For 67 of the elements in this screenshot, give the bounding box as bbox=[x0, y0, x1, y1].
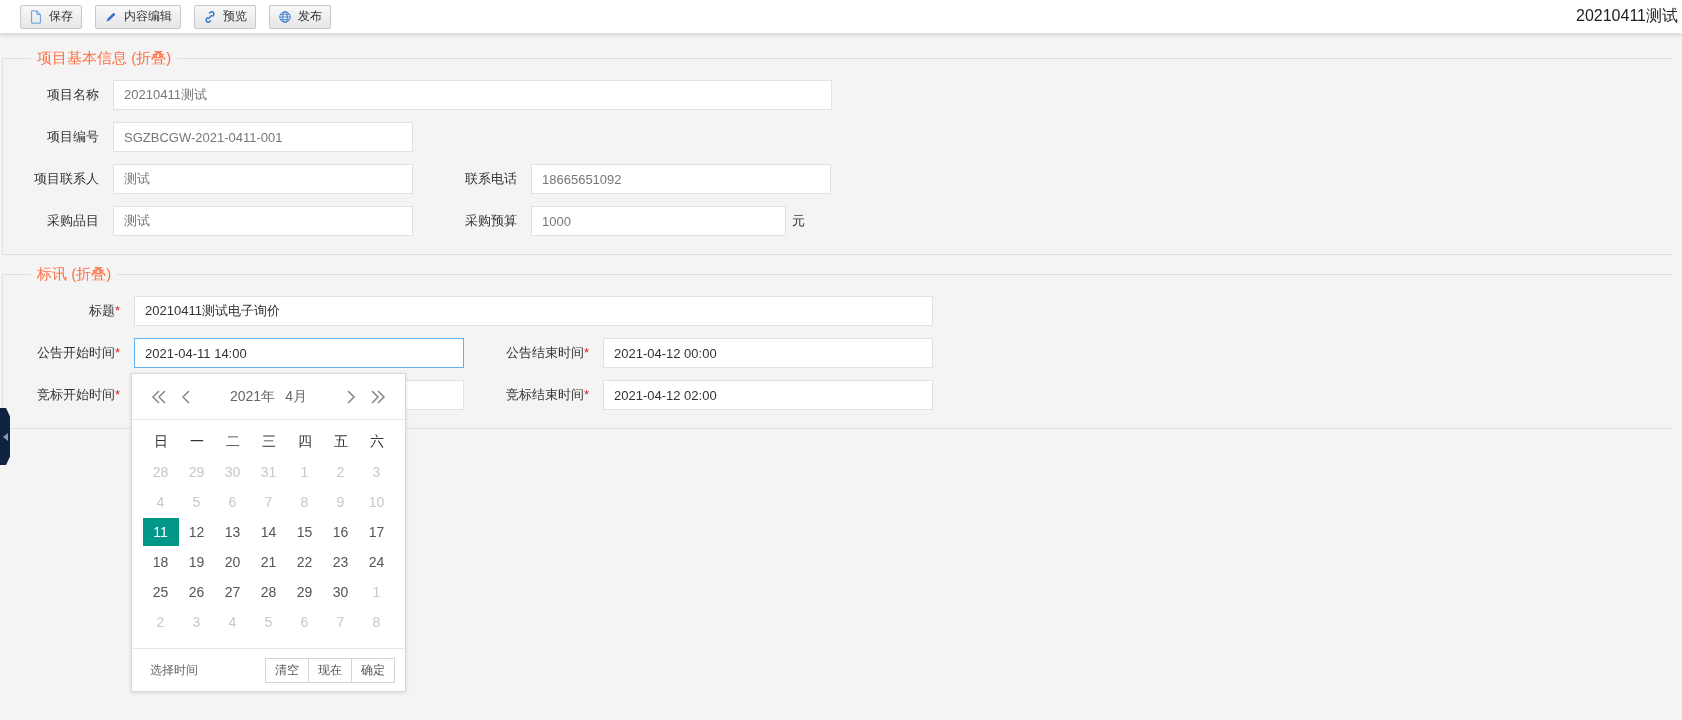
text-field[interactable]: 20210411测试电子询价 bbox=[134, 296, 933, 326]
toolbar-button[interactable]: 预览 bbox=[194, 4, 256, 29]
text-field[interactable]: 20210411测试 bbox=[113, 80, 832, 110]
calendar-day[interactable]: 24 bbox=[358, 548, 395, 576]
text-field[interactable]: 18665651092 bbox=[531, 164, 831, 194]
field-label: 公告开始时间* bbox=[35, 344, 121, 362]
text-field[interactable]: 测试 bbox=[113, 164, 413, 194]
weekday-label: 日 bbox=[152, 432, 169, 451]
field-label: 标题* bbox=[87, 302, 121, 320]
double-chevron-left-icon[interactable] bbox=[150, 387, 168, 406]
weekday-label: 一 bbox=[188, 432, 205, 451]
field-label: 采购预算 bbox=[464, 212, 518, 230]
text-field[interactable]: 测试 bbox=[113, 206, 413, 236]
year-selector[interactable]: 2021年 bbox=[230, 387, 276, 406]
field-label: 项目编号 bbox=[46, 128, 100, 146]
calendar-day[interactable]: 26 bbox=[178, 578, 215, 606]
calendar-day[interactable]: 20 bbox=[214, 548, 251, 576]
page-title: 20210411测试 bbox=[1576, 6, 1678, 26]
calendar-day[interactable]: 21 bbox=[250, 548, 287, 576]
calendar-day[interactable]: 28 bbox=[250, 578, 287, 606]
picker-button[interactable]: 现在 bbox=[308, 657, 352, 683]
field-label: 项目名称 bbox=[46, 86, 100, 104]
field-label: 竞标开始时间* bbox=[35, 386, 121, 404]
calendar-day[interactable]: 13 bbox=[214, 518, 251, 546]
weekday-label: 五 bbox=[332, 432, 349, 451]
month-selector[interactable]: 4月 bbox=[285, 387, 307, 406]
calendar-day[interactable]: 22 bbox=[286, 548, 323, 576]
field-label: 联系电话 bbox=[464, 170, 518, 188]
calendar-day[interactable]: 27 bbox=[214, 578, 251, 606]
weekday-label: 四 bbox=[296, 432, 313, 451]
double-chevron-right-icon[interactable] bbox=[369, 387, 387, 406]
link-icon bbox=[203, 9, 217, 24]
select-time-link[interactable]: 选择时间 bbox=[150, 661, 198, 679]
calendar-day[interactable]: 18 bbox=[142, 548, 179, 576]
calendar-day[interactable]: 19 bbox=[178, 548, 215, 576]
text-field[interactable]: 2021-04-11 14:00 bbox=[134, 338, 464, 368]
text-field[interactable]: 1000 bbox=[531, 206, 786, 236]
calendar-day[interactable]: 23 bbox=[322, 548, 359, 576]
picker-button[interactable]: 确定 bbox=[351, 657, 395, 683]
field-label: 采购品目 bbox=[46, 212, 100, 230]
field-label: 项目联系人 bbox=[33, 170, 100, 188]
field-label: 竞标结束时间* bbox=[504, 386, 590, 404]
calendar-day[interactable]: 11 bbox=[142, 518, 179, 546]
field-label: 公告结束时间* bbox=[504, 344, 590, 362]
toolbar-button[interactable]: 发布 bbox=[269, 4, 331, 29]
toolbar-button[interactable]: 内容编辑 bbox=[95, 4, 181, 29]
picker-button[interactable]: 清空 bbox=[265, 657, 309, 683]
caret-left-icon bbox=[2, 432, 8, 441]
calendar-day[interactable]: 30 bbox=[322, 578, 359, 606]
calendar-day[interactable]: 14 bbox=[250, 518, 287, 546]
text-field[interactable]: SGZBCGW-2021-0411-001 bbox=[113, 122, 413, 152]
toolbar-button[interactable]: 保存 bbox=[20, 4, 82, 29]
text-field[interactable]: 2021-04-12 00:00 bbox=[603, 338, 933, 368]
calendar-day[interactable]: 16 bbox=[322, 518, 359, 546]
globe-icon bbox=[278, 9, 292, 24]
calendar-day[interactable]: 25 bbox=[142, 578, 179, 606]
side-panel-toggle[interactable] bbox=[0, 408, 10, 465]
calendar-day[interactable]: 12 bbox=[178, 518, 215, 546]
weekday-label: 二 bbox=[224, 432, 241, 451]
unit-label: 元 bbox=[792, 212, 805, 230]
calendar-day[interactable]: 29 bbox=[286, 578, 323, 606]
weekday-label: 三 bbox=[260, 432, 277, 451]
file-icon bbox=[29, 9, 43, 24]
text-field[interactable]: 2021-04-12 02:00 bbox=[603, 380, 933, 410]
calendar-day[interactable]: 15 bbox=[286, 518, 323, 546]
weekday-label: 六 bbox=[368, 432, 385, 451]
calendar-day[interactable]: 17 bbox=[358, 518, 395, 546]
